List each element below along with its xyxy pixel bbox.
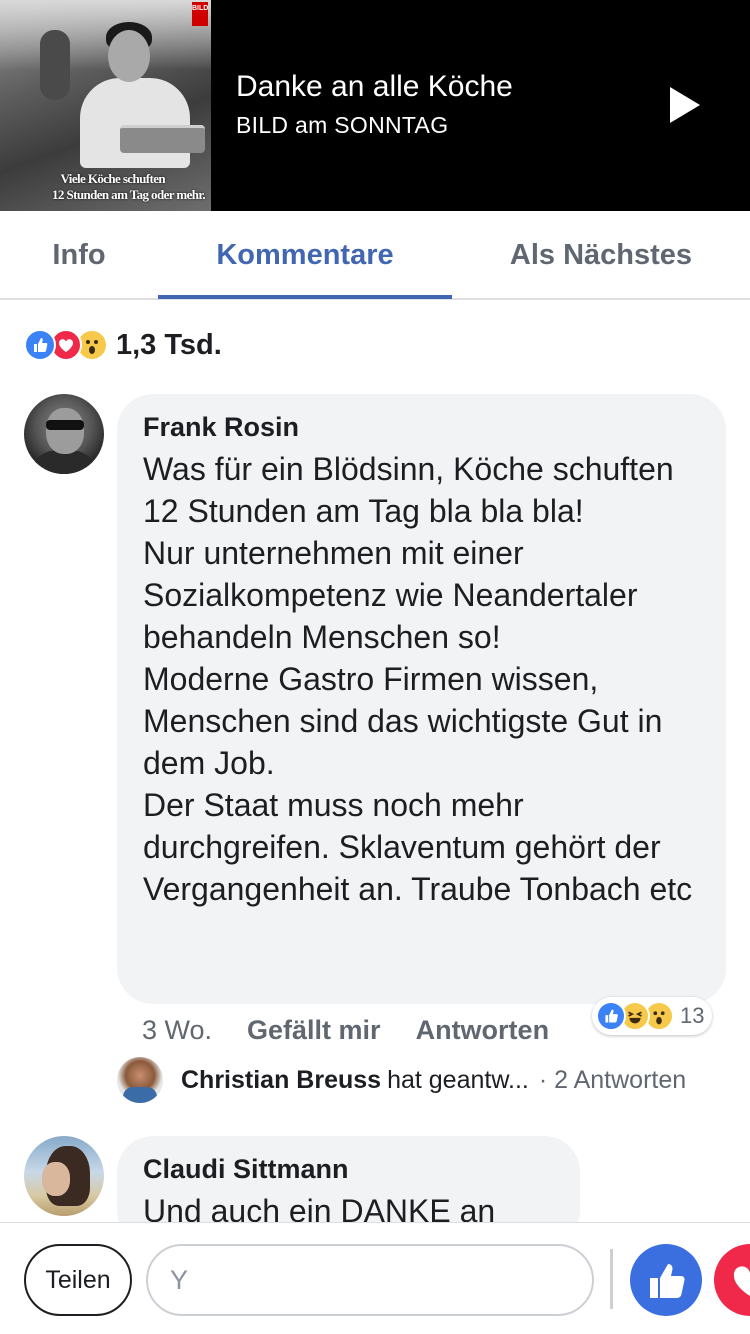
comment-reactions[interactable]: 13 — [592, 997, 713, 1035]
reaction-count: 1,3 Tsd. — [116, 328, 222, 361]
reply-action-text: hat geantw... — [387, 1065, 529, 1094]
avatar-sunglasses — [46, 420, 84, 430]
active-tab-indicator — [158, 295, 452, 299]
video-thumbnail[interactable]: BILD Viele Köche schuften 12 Stunden am … — [0, 0, 211, 211]
thumbnail-caption-line: Viele Köche schuften — [60, 171, 166, 186]
thumbnail-chef-face — [108, 30, 150, 82]
reply-button[interactable]: Antworten — [416, 1015, 549, 1046]
like-icon — [596, 1001, 626, 1031]
tab-up-next[interactable]: Als Nächstes — [452, 211, 750, 300]
comment-text: Was für ein Blödsinn, Köche schuften 12 … — [143, 451, 693, 907]
avatar-face — [46, 408, 84, 454]
thumbnail-caption: Viele Köche schuften 12 Stunden am Tag o… — [0, 171, 211, 203]
comment-author[interactable]: Frank Rosin — [143, 410, 700, 444]
thumbnail-caption-line: 12 Stunden am Tag oder mehr. — [52, 187, 206, 202]
comment-timestamp[interactable]: 3 Wo. — [142, 1015, 212, 1046]
reaction-summary[interactable]: 1,3 Tsd. — [24, 326, 222, 364]
play-icon — [670, 87, 700, 123]
like-comment-button[interactable]: Gefällt mir — [247, 1015, 381, 1046]
thumbnail-pan — [120, 125, 205, 153]
heart-icon — [733, 1266, 750, 1296]
comment-bubble[interactable]: Frank Rosin Was für ein Blödsinn, Köche … — [117, 394, 726, 1004]
video-title[interactable]: Danke an alle Köche — [236, 70, 513, 104]
thumbs-up-icon — [650, 1264, 685, 1298]
like-button[interactable] — [630, 1244, 702, 1316]
avatar-shirt — [123, 1087, 157, 1103]
like-icon — [24, 329, 56, 361]
avatar[interactable] — [24, 394, 104, 474]
replies-preview[interactable]: Christian Breuss hat geantw... · 2 Antwo… — [117, 1057, 686, 1103]
comment-author[interactable]: Claudi Sittmann — [143, 1152, 554, 1186]
avatar-face — [42, 1162, 70, 1196]
tab-bar: Info Kommentare Als Nächstes — [0, 211, 750, 300]
avatar[interactable] — [24, 1136, 104, 1216]
thumbnail-cook-figure — [40, 30, 70, 100]
tab-comments[interactable]: Kommentare — [158, 211, 452, 300]
divider — [610, 1249, 613, 1309]
video-header[interactable]: BILD Viele Köche schuften 12 Stunden am … — [0, 0, 750, 211]
play-button[interactable] — [660, 80, 710, 130]
video-source[interactable]: BILD am SONNTAG — [236, 112, 448, 139]
thumbnail-chef-body — [80, 78, 190, 168]
tab-info[interactable]: Info — [0, 211, 158, 300]
comment-actions: 3 Wo. Gefällt mir Antworten — [142, 1010, 549, 1050]
comment-input[interactable]: Y — [146, 1244, 594, 1316]
love-button[interactable] — [714, 1244, 750, 1316]
bottom-bar: Teilen Y — [0, 1222, 750, 1334]
comment-reaction-count: 13 — [680, 1003, 705, 1028]
share-button[interactable]: Teilen — [24, 1244, 132, 1316]
reply-author: Christian Breuss — [181, 1065, 382, 1094]
bild-logo: BILD — [192, 2, 208, 26]
reply-count: · 2 Antworten — [538, 1065, 687, 1094]
avatar — [117, 1057, 163, 1103]
